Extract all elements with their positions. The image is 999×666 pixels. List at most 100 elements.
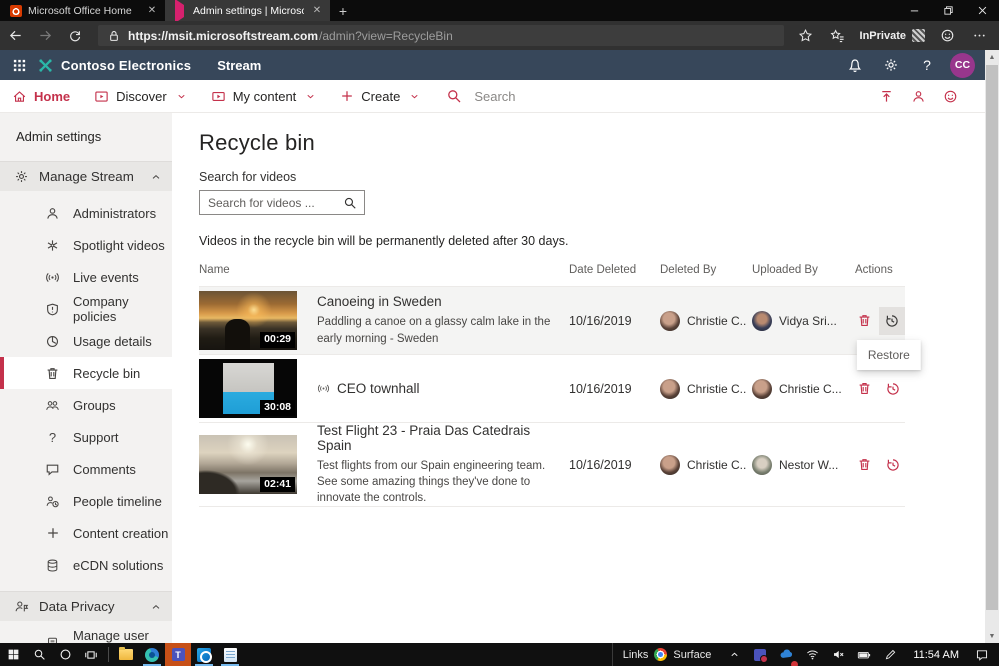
browser-menu-button[interactable] [965,21,993,50]
help-button[interactable]: ? [914,52,940,78]
app-launcher-button[interactable] [0,50,38,80]
sidebar-item-live-events[interactable]: Live events [0,261,172,293]
edge-button[interactable] [139,643,165,666]
sidebar-item-support[interactable]: ? Support [0,421,172,453]
upload-button[interactable] [875,83,897,109]
task-view-button[interactable] [78,643,104,666]
sidebar-item-content-creation[interactable]: Content creation [0,517,172,549]
refresh-button[interactable] [60,21,90,50]
page-scrollbar[interactable]: ▲ ▼ [985,50,999,643]
table-row[interactable]: 00:29 Canoeing in Sweden Paddling a cano… [199,287,921,370]
teams-tray-button[interactable] [751,643,769,666]
sidebar-item-company-policies[interactable]: Company policies [0,293,172,325]
scroll-up-arrow-icon[interactable]: ▲ [985,50,999,64]
tray-expand-button[interactable] [725,643,743,666]
global-search-input[interactable] [474,88,775,104]
wifi-button[interactable] [803,643,821,666]
feedback-button[interactable] [939,83,961,109]
tab-close-icon[interactable]: ✕ [310,5,324,16]
close-window-button[interactable] [965,0,999,21]
cortana-circle-icon [59,648,72,661]
sidebar-item-comments[interactable]: Comments [0,453,172,485]
sidebar-item-manage-user-data[interactable]: Manage user data [0,627,172,643]
action-center-button[interactable] [973,643,991,666]
forward-button[interactable] [30,21,60,50]
links-label: Links [622,648,649,661]
video-title[interactable]: CEO townhall [337,381,420,396]
search-icon [446,88,462,104]
video-thumbnail[interactable]: 30:08 [199,359,297,418]
sidebar-item-spotlight-videos[interactable]: Spotlight videos [0,229,172,261]
taskbar-search-button[interactable] [26,643,52,666]
nav-home-label: Home [34,88,71,104]
video-thumbnail[interactable]: 00:29 [199,291,297,350]
back-button[interactable] [0,21,30,50]
favorite-star-button[interactable] [792,21,820,50]
delete-button[interactable] [852,308,876,334]
pen-button[interactable] [881,643,899,666]
restore-window-button[interactable] [931,0,965,21]
onedrive-tray-button[interactable] [777,643,799,666]
video-title[interactable]: Test Flight 23 - Praia Das Catedrais Spa… [317,423,559,453]
table-row[interactable]: 02:41 Test Flight 23 - Praia Das Catedra… [199,423,905,508]
nav-home[interactable]: Home [0,80,82,113]
nav-create[interactable]: Create [328,80,432,113]
delete-button[interactable] [852,376,877,402]
minimize-button[interactable] [897,0,931,21]
app-name: Stream [217,57,262,73]
video-title[interactable]: Canoeing in Sweden [317,294,555,309]
new-tab-button[interactable]: + [330,0,356,21]
nav-my-content[interactable]: My content [199,80,329,113]
cortana-button[interactable] [52,643,78,666]
clock[interactable]: 11:54 AM [907,649,965,661]
favorites-list-button[interactable] [824,21,852,50]
duration-badge: 00:29 [260,332,295,348]
sidebar-section-manage-stream[interactable]: Manage Stream [0,161,172,191]
search-icon[interactable] [341,196,364,210]
nav-discover[interactable]: Discover [82,80,199,113]
url-host: https://msit.microsoftstream.com [128,28,319,43]
tab-close-icon[interactable]: ✕ [145,5,159,16]
sidebar-item-recycle-bin[interactable]: Recycle bin [0,357,172,389]
start-button[interactable] [0,643,26,666]
org-branding[interactable]: Contoso Electronics [38,58,191,73]
notifications-button[interactable] [842,52,868,78]
delete-button[interactable] [852,452,877,478]
admin-mode-button[interactable] [907,83,929,109]
sidebar-section-data-privacy[interactable]: Data Privacy [0,591,172,621]
surface-link[interactable]: Surface [673,649,711,661]
chevron-down-icon [305,91,316,102]
scrollbar-thumb[interactable] [986,65,998,610]
restore-button[interactable]: Restore [856,306,921,370]
teams-tray-icon [754,648,769,663]
inprivate-icon [912,29,925,42]
volume-button[interactable] [829,643,847,666]
restore-button[interactable] [880,452,905,478]
page-title: Recycle bin [199,130,315,155]
sidebar-item-administrators[interactable]: Administrators [0,197,172,229]
scroll-down-arrow-icon[interactable]: ▼ [985,629,999,643]
settings-button[interactable] [878,52,904,78]
table-row[interactable]: 30:08 CEO townhall 10/16/2019 Christie C… [199,355,905,423]
deleted-by-name: Christie C... [687,313,746,328]
teams-button[interactable]: T [165,643,191,666]
stream-header: Contoso Electronics Stream ? CC [0,50,985,80]
restore-button[interactable] [880,376,905,402]
sidebar-item-groups[interactable]: Groups [0,389,172,421]
tab-admin-settings[interactable]: Admin settings | Microsoft Strea ✕ [165,0,330,23]
url-field[interactable]: https://msit.microsoftstream.com/admin?v… [98,25,784,46]
tab-office-home[interactable]: Microsoft Office Home ✕ [0,0,165,21]
outlook-button[interactable] [191,643,217,666]
video-search-input[interactable] [200,195,341,210]
feedback-smiley-button[interactable] [933,21,961,50]
user-avatar[interactable]: CC [950,52,975,78]
file-explorer-button[interactable] [113,643,139,666]
sidebar-item-usage-details[interactable]: Usage details [0,325,172,357]
notes-app-button[interactable] [217,643,243,666]
sidebar-item-ecdn-solutions[interactable]: eCDN solutions [0,549,172,581]
video-thumbnail[interactable]: 02:41 [199,435,297,495]
inprivate-label: InPrivate [859,29,906,42]
gear-icon [14,169,29,184]
battery-button[interactable] [855,643,873,666]
sidebar-item-people-timeline[interactable]: People timeline [0,485,172,517]
